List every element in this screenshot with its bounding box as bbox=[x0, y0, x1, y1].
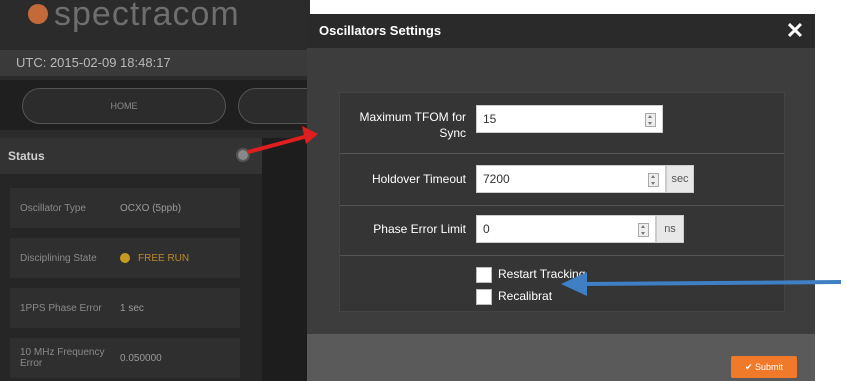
status-row: Oscillator Type OCXO (5ppb) bbox=[10, 188, 240, 228]
status-row: Disciplining State FREE RUN bbox=[10, 238, 240, 278]
blue-annotation-arrow-icon bbox=[561, 272, 842, 296]
phase-error-label: Phase Error Limit bbox=[373, 222, 466, 236]
status-row: 1PPS Phase Error 1 sec bbox=[10, 288, 240, 328]
max-tfom-value: 15 bbox=[483, 112, 497, 126]
nav-next-button[interactable] bbox=[238, 88, 310, 124]
status-key: 10 MHz Frequency Error bbox=[20, 347, 105, 369]
spinner-icon[interactable] bbox=[638, 223, 649, 237]
status-row: 10 MHz Frequency Error 0.050000 bbox=[10, 338, 240, 378]
logo-text: spectracom bbox=[54, 0, 240, 33]
spinner-icon[interactable] bbox=[648, 173, 659, 187]
holdover-value: 7200 bbox=[483, 172, 510, 186]
status-panel: Status Oscillator Type OCXO (5ppb) Disci… bbox=[0, 138, 262, 381]
status-key: Disciplining State bbox=[20, 252, 97, 264]
phase-error-unit: ns bbox=[656, 215, 684, 243]
phase-error-input[interactable]: 0 bbox=[476, 215, 656, 243]
nav-home-button[interactable]: HOME bbox=[22, 88, 226, 124]
submit-button[interactable]: ✔ Submit bbox=[731, 356, 797, 378]
state-indicator-icon bbox=[120, 253, 130, 263]
side-strip bbox=[262, 138, 310, 381]
dialog-header: Oscillators Settings bbox=[307, 14, 815, 48]
status-value: 0.050000 bbox=[120, 352, 162, 364]
spinner-icon[interactable] bbox=[645, 113, 656, 127]
holdover-label: Holdover Timeout bbox=[371, 172, 466, 186]
status-panel-title: Status bbox=[0, 138, 262, 174]
dialog-footer: ✔ Submit bbox=[307, 334, 815, 381]
restart-tracking-checkbox[interactable] bbox=[476, 267, 492, 283]
utc-clock: UTC: 2015-02-09 18:48:17 bbox=[0, 50, 310, 76]
phase-error-row: Phase Error Limit 0 ns bbox=[340, 205, 784, 256]
status-key: 1PPS Phase Error bbox=[20, 302, 102, 314]
holdover-row: Holdover Timeout 7200 sec bbox=[340, 153, 784, 206]
max-tfom-label: Maximum TFOM for Sync bbox=[359, 110, 466, 140]
max-tfom-input[interactable]: 15 bbox=[476, 105, 663, 133]
oscillator-settings-dialog: Oscillators Settings ✕ Maximum TFOM for … bbox=[307, 14, 815, 381]
status-title-text: Status bbox=[8, 149, 45, 163]
dialog-title: Oscillators Settings bbox=[319, 23, 442, 38]
holdover-unit: sec bbox=[666, 165, 694, 193]
background-app: spectracom UTC: 2015-02-09 18:48:17 HOME… bbox=[0, 0, 310, 381]
recalibrate-checkbox[interactable] bbox=[476, 289, 492, 305]
status-value: FREE RUN bbox=[138, 252, 190, 264]
logo-mark-icon bbox=[28, 4, 48, 24]
holdover-input[interactable]: 7200 bbox=[476, 165, 666, 193]
status-value: OCXO (5ppb) bbox=[120, 202, 182, 214]
max-tfom-row: Maximum TFOM for Sync 15 bbox=[340, 93, 784, 154]
status-value: 1 sec bbox=[120, 302, 144, 314]
status-key: Oscillator Type bbox=[20, 202, 86, 214]
recalibrate-label: Recalibrat bbox=[498, 289, 553, 303]
logo: spectracom bbox=[28, 0, 240, 36]
phase-error-value: 0 bbox=[483, 222, 490, 236]
red-annotation-arrow-icon bbox=[247, 126, 318, 154]
close-icon[interactable]: ✕ bbox=[783, 17, 807, 45]
